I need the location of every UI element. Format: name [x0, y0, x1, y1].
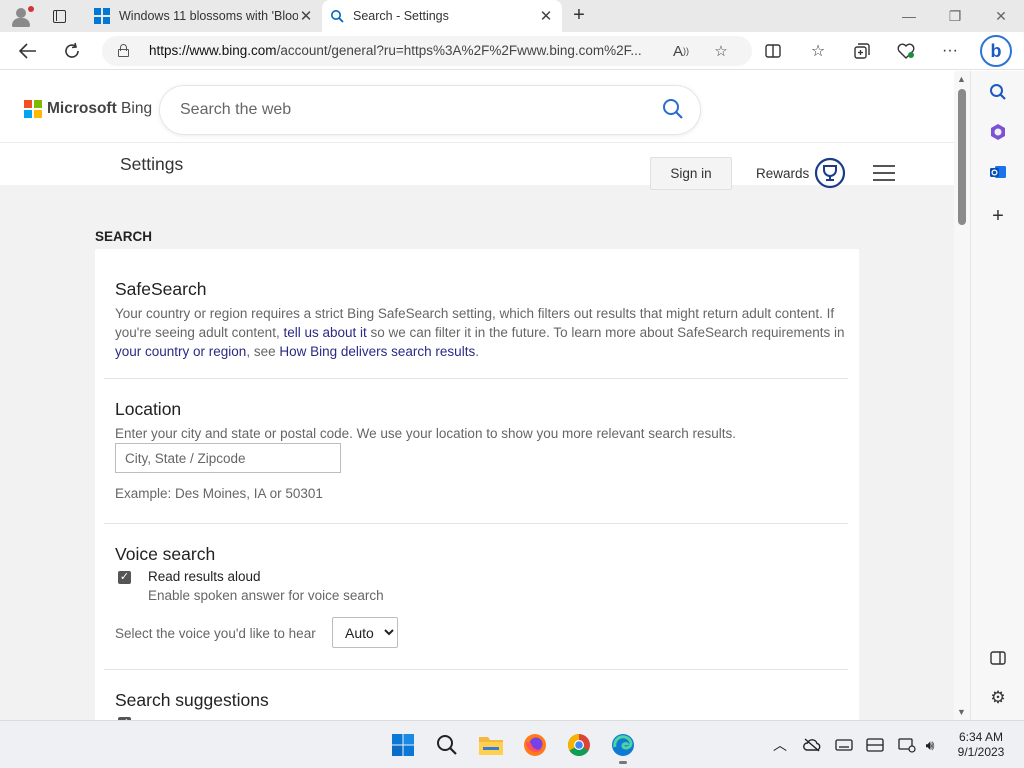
chrome-icon[interactable]	[564, 730, 594, 760]
profile-avatar-icon[interactable]	[8, 4, 34, 28]
bing-brand[interactable]: Microsoft Bing	[47, 100, 152, 118]
read-aloud-label: Read results aloud	[148, 569, 261, 584]
onedrive-offline-icon[interactable]	[802, 735, 822, 755]
edge-icon[interactable]	[608, 730, 638, 760]
split-screen-icon[interactable]	[759, 37, 787, 65]
voice-search-section: Voice search	[115, 544, 845, 569]
back-arrow-icon	[19, 43, 36, 59]
bing-copilot-button[interactable]: b	[980, 35, 1012, 67]
search-icon[interactable]	[662, 98, 684, 120]
tab-close-icon[interactable]: ✕	[538, 7, 554, 25]
page-title: Settings	[120, 154, 184, 174]
bing-header: Microsoft Bing	[0, 71, 954, 143]
location-description: Enter your city and state or postal code…	[115, 426, 737, 441]
divider	[104, 669, 848, 670]
microsoft-logo-icon[interactable]	[24, 100, 42, 118]
active-app-indicator	[619, 761, 627, 764]
address-bar[interactable]: https://www.bing.com/account/general?ru=…	[102, 36, 752, 66]
start-button-icon[interactable]	[388, 730, 418, 760]
search-suggestions-title: Search suggestions	[115, 690, 269, 710]
refresh-button[interactable]	[58, 37, 86, 65]
tab-title: Windows 11 blossoms with 'Bloo	[119, 9, 298, 23]
section-label: SEARCH	[95, 229, 153, 244]
back-button[interactable]	[14, 37, 42, 65]
tab-windows-article[interactable]: Windows 11 blossoms with 'Bloo ✕	[86, 0, 322, 32]
safesearch-section: SafeSearch Your country or region requir…	[115, 279, 845, 361]
browser-essentials-icon[interactable]	[892, 37, 920, 65]
location-example: Example: Des Moines, IA or 50301	[115, 486, 323, 501]
location-title: Location	[115, 399, 182, 419]
menu-hamburger-icon[interactable]	[873, 165, 895, 181]
clock-date: 9/1/2023	[957, 745, 1005, 759]
tab-title: Search - Settings	[353, 9, 449, 23]
tab-close-icon[interactable]: ✕	[298, 7, 314, 25]
search-input[interactable]	[180, 98, 640, 122]
scrollbar-thumb[interactable]	[958, 89, 966, 225]
settings-header: Settings	[0, 143, 954, 185]
keyboard-icon[interactable]	[834, 735, 854, 755]
browser-toolbar: https://www.bing.com/account/general?ru=…	[0, 32, 1024, 70]
refresh-icon	[65, 42, 79, 58]
sidebar-office-icon[interactable]	[985, 119, 1011, 145]
windows-taskbar: ︿ 🔊︎ 6:34 AM 9/1/2023	[0, 720, 1024, 768]
url-text: https://www.bing.com/account/general?ru=…	[149, 43, 642, 58]
safesearch-title: SafeSearch	[115, 279, 207, 299]
search-icon	[331, 10, 344, 23]
sidebar-outlook-icon[interactable]	[985, 159, 1011, 185]
favorite-star-icon[interactable]: ☆	[710, 40, 732, 62]
safesearch-description: Your country or region requires a strict…	[115, 306, 845, 359]
search-box	[160, 86, 700, 134]
favorites-icon[interactable]: ☆	[804, 37, 832, 65]
divider	[104, 523, 848, 524]
location-input[interactable]	[115, 443, 341, 473]
new-tab-button[interactable]: +	[566, 4, 592, 28]
lock-icon[interactable]	[118, 44, 129, 57]
restore-button[interactable]: ❐	[932, 0, 978, 32]
voice-select-label: Select the voice you'd like to hear	[115, 626, 316, 641]
sidebar-settings-gear-icon[interactable]: ⚙	[985, 685, 1011, 711]
tell-us-link[interactable]: tell us about it	[283, 325, 366, 340]
taskbar-search-icon[interactable]	[432, 730, 462, 760]
taskview-panel-icon[interactable]	[865, 735, 885, 755]
page-content: Microsoft Bing Settings Sign in Rewards …	[0, 71, 954, 720]
rewards-trophy-icon[interactable]	[814, 157, 846, 189]
sign-in-button[interactable]: Sign in	[650, 157, 732, 190]
vertical-scrollbar[interactable]: ▲ ▼	[954, 71, 970, 720]
read-aloud-sublabel: Enable spoken answer for voice search	[148, 588, 384, 603]
scroll-down-icon[interactable]: ▼	[957, 707, 966, 717]
edge-sidebar: + ⚙	[970, 71, 1024, 720]
search-suggestions-section: Search suggestions	[115, 690, 845, 715]
network-icon[interactable]	[897, 735, 917, 755]
scroll-up-icon[interactable]: ▲	[957, 74, 966, 84]
windows-logo-icon	[94, 8, 110, 24]
more-options-icon[interactable]: ···	[936, 37, 964, 65]
sidebar-add-icon[interactable]: +	[985, 203, 1011, 229]
clock-time: 6:34 AM	[958, 730, 1004, 744]
close-window-button[interactable]: ✕	[978, 0, 1024, 32]
read-aloud-checkbox[interactable]: ✓	[118, 571, 131, 584]
system-clock[interactable]: 6:34 AM 9/1/2023	[948, 730, 1014, 760]
voice-select[interactable]: Auto	[332, 617, 398, 648]
read-aloud-icon[interactable]: A))	[670, 40, 692, 62]
voice-search-title: Voice search	[115, 544, 216, 564]
tab-actions-icon[interactable]	[50, 7, 68, 25]
location-section: Location Enter your city and state or po…	[115, 399, 845, 443]
collections-icon[interactable]	[848, 37, 876, 65]
show-hidden-icons-chevron-icon[interactable]: ︿	[770, 735, 790, 755]
volume-icon[interactable]: 🔊︎	[920, 735, 940, 755]
country-region-link[interactable]: your country or region	[115, 344, 246, 359]
tab-search-settings[interactable]: Search - Settings ✕	[322, 0, 562, 32]
rewards-link[interactable]: Rewards	[756, 166, 809, 181]
settings-card: SafeSearch Your country or region requir…	[95, 249, 859, 720]
tab-strip: Windows 11 blossoms with 'Bloo ✕ Search …	[0, 0, 1024, 32]
hide-sidebar-icon[interactable]	[985, 645, 1011, 671]
firefox-icon[interactable]	[520, 730, 550, 760]
minimize-button[interactable]: —	[886, 0, 932, 32]
file-explorer-icon[interactable]	[476, 730, 506, 760]
how-bing-delivers-link[interactable]: How Bing delivers search results	[279, 344, 475, 359]
sidebar-search-icon[interactable]	[985, 79, 1011, 105]
divider	[104, 378, 848, 379]
